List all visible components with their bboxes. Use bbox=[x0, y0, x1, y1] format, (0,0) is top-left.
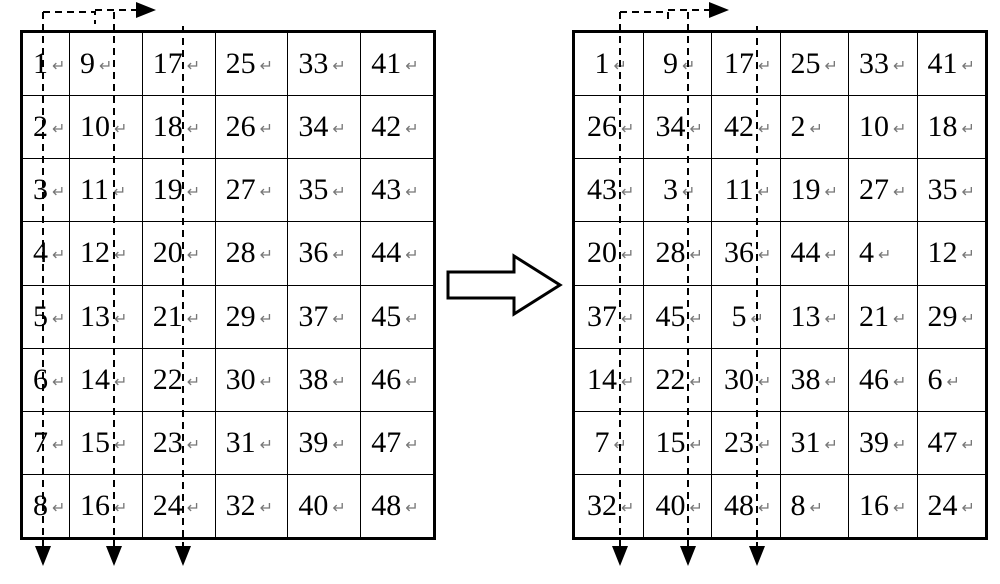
left-flow-arrows bbox=[0, 0, 1000, 579]
diagram-stage: 1↵9↵17↵25↵33↵41↵2↵10↵18↵26↵34↵42↵3↵11↵19… bbox=[0, 0, 1000, 579]
